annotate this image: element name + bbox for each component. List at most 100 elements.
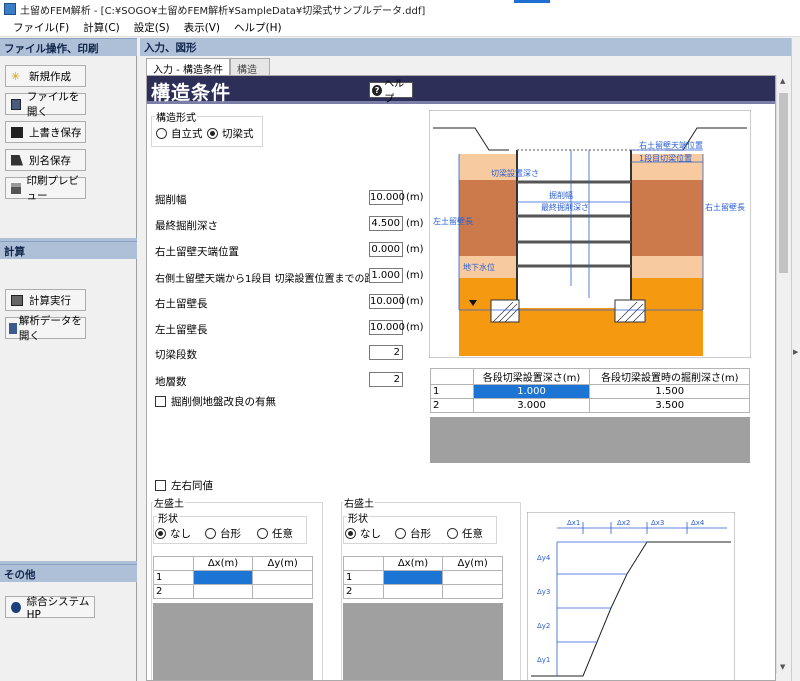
table-cell[interactable]: 1.000 xyxy=(472,384,591,399)
main-area: 入力、図形 入力 - 構造条件 - 構造図 構造条件 ? ヘルプ 構造形式 自立… xyxy=(140,38,800,681)
radio-circle xyxy=(156,128,167,139)
menu-settings[interactable]: 設定(S) xyxy=(127,20,177,35)
other-section-header: その他 xyxy=(0,564,137,582)
unit-label: (m) xyxy=(406,244,424,255)
first-strut-distance-input[interactable]: 1.000 xyxy=(369,268,403,283)
same-lr-checkbox[interactable]: 左右同値 xyxy=(155,478,213,493)
table-cell[interactable] xyxy=(442,584,503,599)
diagram-width: 掘削幅 xyxy=(549,190,573,200)
vertical-scrollbar[interactable]: ▲ ▼ xyxy=(776,75,790,673)
table-cell[interactable] xyxy=(382,570,444,585)
left-radio-none[interactable]: なし xyxy=(155,526,191,541)
left-wall-length-input[interactable]: 10.000 xyxy=(369,320,405,335)
run-calc-button[interactable]: 計算実行 xyxy=(5,289,86,311)
embankment-diagram: Δx1 Δx2 Δx3 Δx4 Δy4 Δy3 Δy2 Δy1 xyxy=(527,512,735,680)
table-cell[interactable]: 1.500 xyxy=(589,384,750,399)
left-embankment-table: Δx(m) Δy(m) 1 2 xyxy=(153,556,313,599)
print-preview-button[interactable]: 印刷プレビュー xyxy=(5,175,86,202)
scroll-down-icon[interactable]: ▼ xyxy=(780,663,785,671)
column-header: Δy(m) xyxy=(442,556,503,571)
save-as-button[interactable]: 別名保存 xyxy=(5,149,86,171)
homepage-button[interactable]: 綜合システムHP xyxy=(5,596,95,621)
table-cell[interactable] xyxy=(252,584,313,599)
right-embankment-table: Δx(m) Δy(m) 1 2 xyxy=(343,556,503,599)
save-label: 上書き保存 xyxy=(29,126,82,139)
dy4-label: Δy4 xyxy=(537,554,551,562)
final-depth-input[interactable]: 4.500 xyxy=(369,216,403,231)
title-bar: 土留めFEM解析 - [C:¥SOGO¥土留めFEM解析¥SampleData¥… xyxy=(0,0,800,18)
dx4-label: Δx4 xyxy=(691,519,705,527)
menu-view[interactable]: 表示(V) xyxy=(177,20,227,35)
table-row: 1 xyxy=(343,570,503,585)
row-index: 1 xyxy=(430,384,474,399)
table-cell[interactable] xyxy=(192,570,254,585)
layer-count-input[interactable]: 2 xyxy=(369,372,403,387)
strut-count-input[interactable]: 2 xyxy=(369,345,403,360)
field-label-top-pos: 右土留壁天端位置 xyxy=(155,246,239,258)
save-button[interactable]: 上書き保存 xyxy=(5,121,86,143)
left-table-empty xyxy=(153,603,313,680)
radio-circle-selected xyxy=(207,128,218,139)
help-button[interactable]: ? ヘルプ xyxy=(369,79,413,105)
new-button[interactable]: ✳ 新規作成 xyxy=(5,65,86,87)
unit-label: (m) xyxy=(406,218,424,229)
right-radio-none-label: なし xyxy=(360,528,381,540)
diagram-final-depth: 最終掘削深さ xyxy=(541,202,589,212)
open-file-button[interactable]: ファイルを開く xyxy=(5,91,86,118)
dx2-label: Δx2 xyxy=(617,519,630,527)
save-icon xyxy=(11,126,23,138)
table-cell[interactable] xyxy=(442,570,503,585)
top-position-input[interactable]: 0.000 xyxy=(369,242,403,257)
excavation-width-input[interactable]: 10.000 xyxy=(369,190,405,205)
expand-arrow-icon[interactable]: ▶ xyxy=(793,348,798,356)
right-radio-none[interactable]: なし xyxy=(345,526,381,541)
column-header: Δx(m) xyxy=(382,556,444,571)
splitter-strip[interactable]: ▶ xyxy=(791,38,800,681)
menu-calc[interactable]: 計算(C) xyxy=(76,20,127,35)
ground-improve-checkbox[interactable]: 掘削側地盤改良の有無 xyxy=(155,394,276,409)
checkbox-box xyxy=(155,396,166,407)
menu-help[interactable]: ヘルプ(H) xyxy=(227,20,289,35)
table-cell[interactable] xyxy=(382,584,444,599)
dx3-label: Δx3 xyxy=(651,519,664,527)
tab-input-structure[interactable]: 入力 - 構造条件 - xyxy=(146,58,230,87)
left-radio-arbitrary[interactable]: 任意 xyxy=(257,526,293,541)
diagram-strut-depth: 切梁設置深さ xyxy=(491,168,539,178)
print-preview-label: 印刷プレビュー xyxy=(26,175,80,202)
new-label: 新規作成 xyxy=(29,70,71,83)
strut-table: 各段切梁設置深さ(m) 各段切梁設置時の掘削深さ(m) 1 1.000 1.50… xyxy=(430,368,750,413)
table-row: 1 xyxy=(153,570,313,585)
tab-structure-diagram[interactable]: 構造図 xyxy=(230,58,270,91)
radio-strut-label: 切梁式 xyxy=(222,128,254,140)
radio-circle xyxy=(257,528,268,539)
printer-icon xyxy=(11,182,21,194)
right-radio-arbitrary[interactable]: 任意 xyxy=(447,526,483,541)
radio-circle xyxy=(205,528,216,539)
right-radio-trapezoid[interactable]: 台形 xyxy=(395,526,431,541)
table-row: 2 xyxy=(343,584,503,599)
window-title: 土留めFEM解析 - [C:¥SOGO¥土留めFEM解析¥SampleData¥… xyxy=(20,5,426,17)
open-analysis-button[interactable]: 解析データを開く xyxy=(5,315,86,342)
menu-file[interactable]: ファイル(F) xyxy=(6,20,76,35)
right-table-empty xyxy=(343,603,503,680)
save-as-icon xyxy=(11,154,23,166)
scroll-up-icon[interactable]: ▲ xyxy=(780,77,785,85)
table-cell[interactable]: 3.500 xyxy=(589,398,750,413)
left-radio-trapezoid[interactable]: 台形 xyxy=(205,526,241,541)
field-label-width: 掘削幅 xyxy=(155,194,187,206)
field-label-layer-count: 地層数 xyxy=(155,376,187,388)
table-cell[interactable] xyxy=(192,584,254,599)
table-cell[interactable]: 3.000 xyxy=(472,398,591,413)
scroll-thumb[interactable] xyxy=(779,93,788,273)
diagram-water: 地下水位 xyxy=(463,262,495,272)
right-wall-length-input[interactable]: 10.000 xyxy=(369,294,405,309)
right-radio-trapezoid-label: 台形 xyxy=(410,528,431,540)
radio-strut[interactable]: 切梁式 xyxy=(207,126,254,141)
radio-self-standing[interactable]: 自立式 xyxy=(156,126,203,141)
table-corner xyxy=(153,556,194,571)
table-cell[interactable] xyxy=(252,570,313,585)
unit-label: (m) xyxy=(406,296,424,307)
analysis-icon xyxy=(9,322,17,334)
table-corner xyxy=(430,368,474,385)
left-embankment-title: 左盛土 xyxy=(153,495,185,510)
